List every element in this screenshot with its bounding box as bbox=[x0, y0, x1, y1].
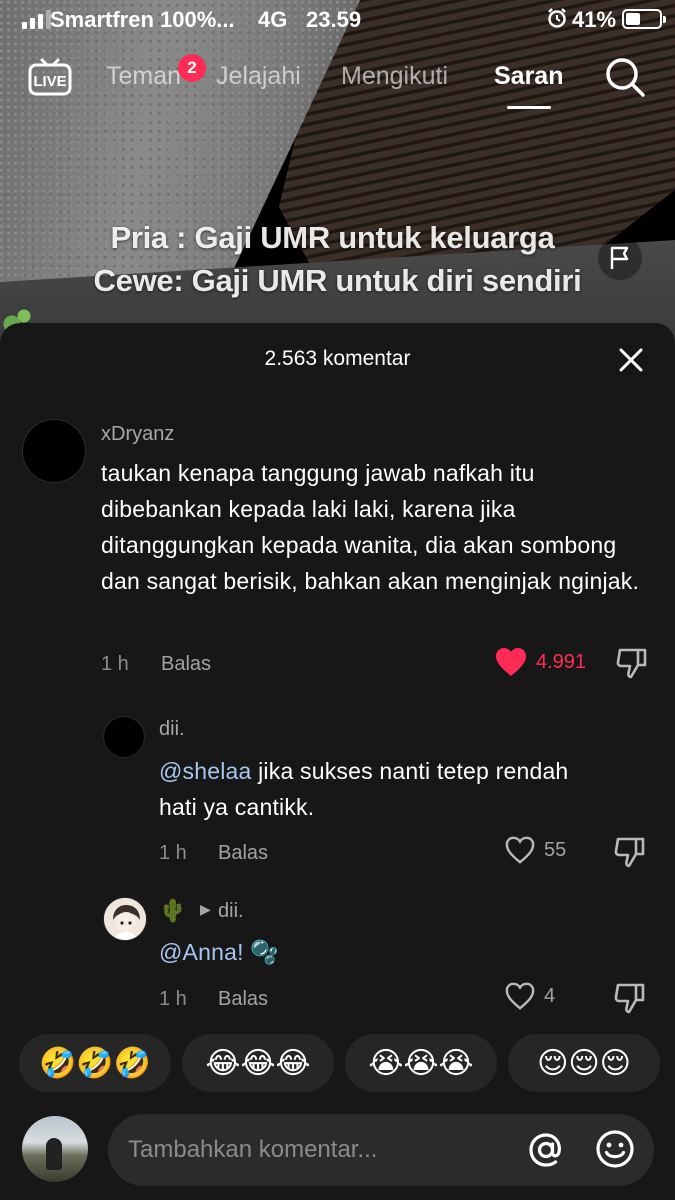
reply-time: 1 h bbox=[159, 988, 187, 1010]
reply-text: @Anna! 🫧 bbox=[159, 934, 459, 970]
like-count: 4 bbox=[544, 984, 556, 1007]
report-flag-icon[interactable] bbox=[598, 236, 642, 280]
video-caption-line1: Pria : Gaji UMR untuk keluarga bbox=[110, 220, 555, 255]
emoji-pill-relieved[interactable]: 😌😌😌 bbox=[508, 1034, 660, 1092]
mention-link[interactable]: @Anna! bbox=[159, 939, 244, 965]
reply-to-username[interactable]: dii. bbox=[218, 900, 244, 923]
reply-button[interactable]: Balas bbox=[161, 653, 211, 676]
video-caption-line2: Cewe: Gaji UMR untuk diri sendiri bbox=[93, 263, 582, 298]
top-nav: LIVE Teman 2 Jelajahi Mengikuti Saran bbox=[0, 50, 675, 110]
emoji-smile-icon[interactable] bbox=[594, 1128, 636, 1170]
clock: 23.59 bbox=[306, 7, 362, 32]
battery-percent: 41% bbox=[572, 7, 617, 32]
cartoon-avatar-icon bbox=[104, 898, 146, 940]
avatar[interactable] bbox=[103, 897, 147, 941]
battery-icon bbox=[622, 9, 666, 29]
bubbles-emoji: 🫧 bbox=[250, 939, 280, 965]
tab-explore[interactable]: Jelajahi bbox=[216, 62, 301, 91]
signal-icon bbox=[22, 10, 51, 29]
comment-count-title: 2.563 komentar bbox=[264, 347, 411, 370]
mention-at-icon[interactable] bbox=[526, 1130, 566, 1170]
like-count: 55 bbox=[544, 838, 567, 861]
tab-for-you[interactable]: Saran bbox=[494, 62, 564, 109]
my-avatar[interactable] bbox=[22, 1116, 88, 1182]
mention-link[interactable]: @shelaa bbox=[159, 758, 252, 784]
avatar[interactable] bbox=[103, 716, 145, 758]
reply-text-line1: jika sukses nanti tetep rendah bbox=[251, 758, 569, 784]
comment-input-box[interactable] bbox=[108, 1114, 654, 1186]
status-bar: Smartfren 100%... 4G 23.59 41% bbox=[0, 0, 675, 40]
emoji-pill-rofl[interactable]: 🤣🤣🤣 bbox=[19, 1034, 171, 1092]
comment-input[interactable] bbox=[128, 1114, 518, 1186]
tab-friends[interactable]: Teman bbox=[106, 62, 181, 91]
reply-time: 1 h bbox=[159, 842, 187, 864]
close-icon[interactable] bbox=[614, 343, 648, 377]
heart-outline-icon bbox=[505, 982, 535, 1010]
network-type: 4G bbox=[258, 7, 288, 32]
like-button[interactable]: 4 bbox=[504, 981, 555, 1011]
like-button[interactable]: 4.991 bbox=[494, 646, 586, 678]
avatar[interactable] bbox=[22, 419, 86, 483]
svg-text:LIVE: LIVE bbox=[33, 73, 66, 90]
comment-text: taukan kenapa tanggung jawab nafkah itu … bbox=[101, 460, 640, 594]
reply-button[interactable]: Balas bbox=[218, 842, 268, 865]
reply-username[interactable]: 🌵 bbox=[159, 898, 186, 924]
like-count: 4.991 bbox=[536, 650, 587, 673]
reply-text-line2: hati ya cantikk. bbox=[159, 794, 315, 820]
reply-arrow-icon: ▶ bbox=[200, 901, 211, 917]
dislike-icon[interactable] bbox=[612, 834, 648, 870]
reply-button[interactable]: Balas bbox=[218, 988, 268, 1011]
search-icon[interactable] bbox=[604, 56, 646, 98]
emoji-pill-sob[interactable]: 😭😭😭 bbox=[345, 1034, 497, 1092]
emoji-pill-joy[interactable]: 😂😂😂 bbox=[182, 1034, 334, 1092]
heart-filled-icon bbox=[496, 648, 526, 676]
live-icon[interactable]: LIVE bbox=[26, 54, 74, 98]
dislike-icon[interactable] bbox=[614, 645, 650, 681]
like-button[interactable]: 55 bbox=[504, 835, 566, 865]
heart-outline-icon bbox=[505, 836, 535, 864]
reply-text: @shelaa jika sukses nanti tetep rendah h… bbox=[159, 753, 659, 825]
comment-time: 1 h bbox=[101, 653, 129, 675]
comment-username[interactable]: xDryanz bbox=[101, 423, 174, 446]
active-tab-indicator bbox=[506, 106, 551, 109]
tab-for-you-label: Saran bbox=[494, 62, 564, 90]
avatar-person-figure bbox=[46, 1138, 62, 1170]
tab-following[interactable]: Mengikuti bbox=[341, 62, 448, 91]
dislike-icon[interactable] bbox=[612, 980, 648, 1016]
reply-username[interactable]: dii. bbox=[159, 718, 185, 741]
friends-badge: 2 bbox=[178, 54, 206, 82]
alarm-icon bbox=[546, 7, 568, 35]
carrier-label: Smartfren 100%... bbox=[50, 7, 235, 32]
